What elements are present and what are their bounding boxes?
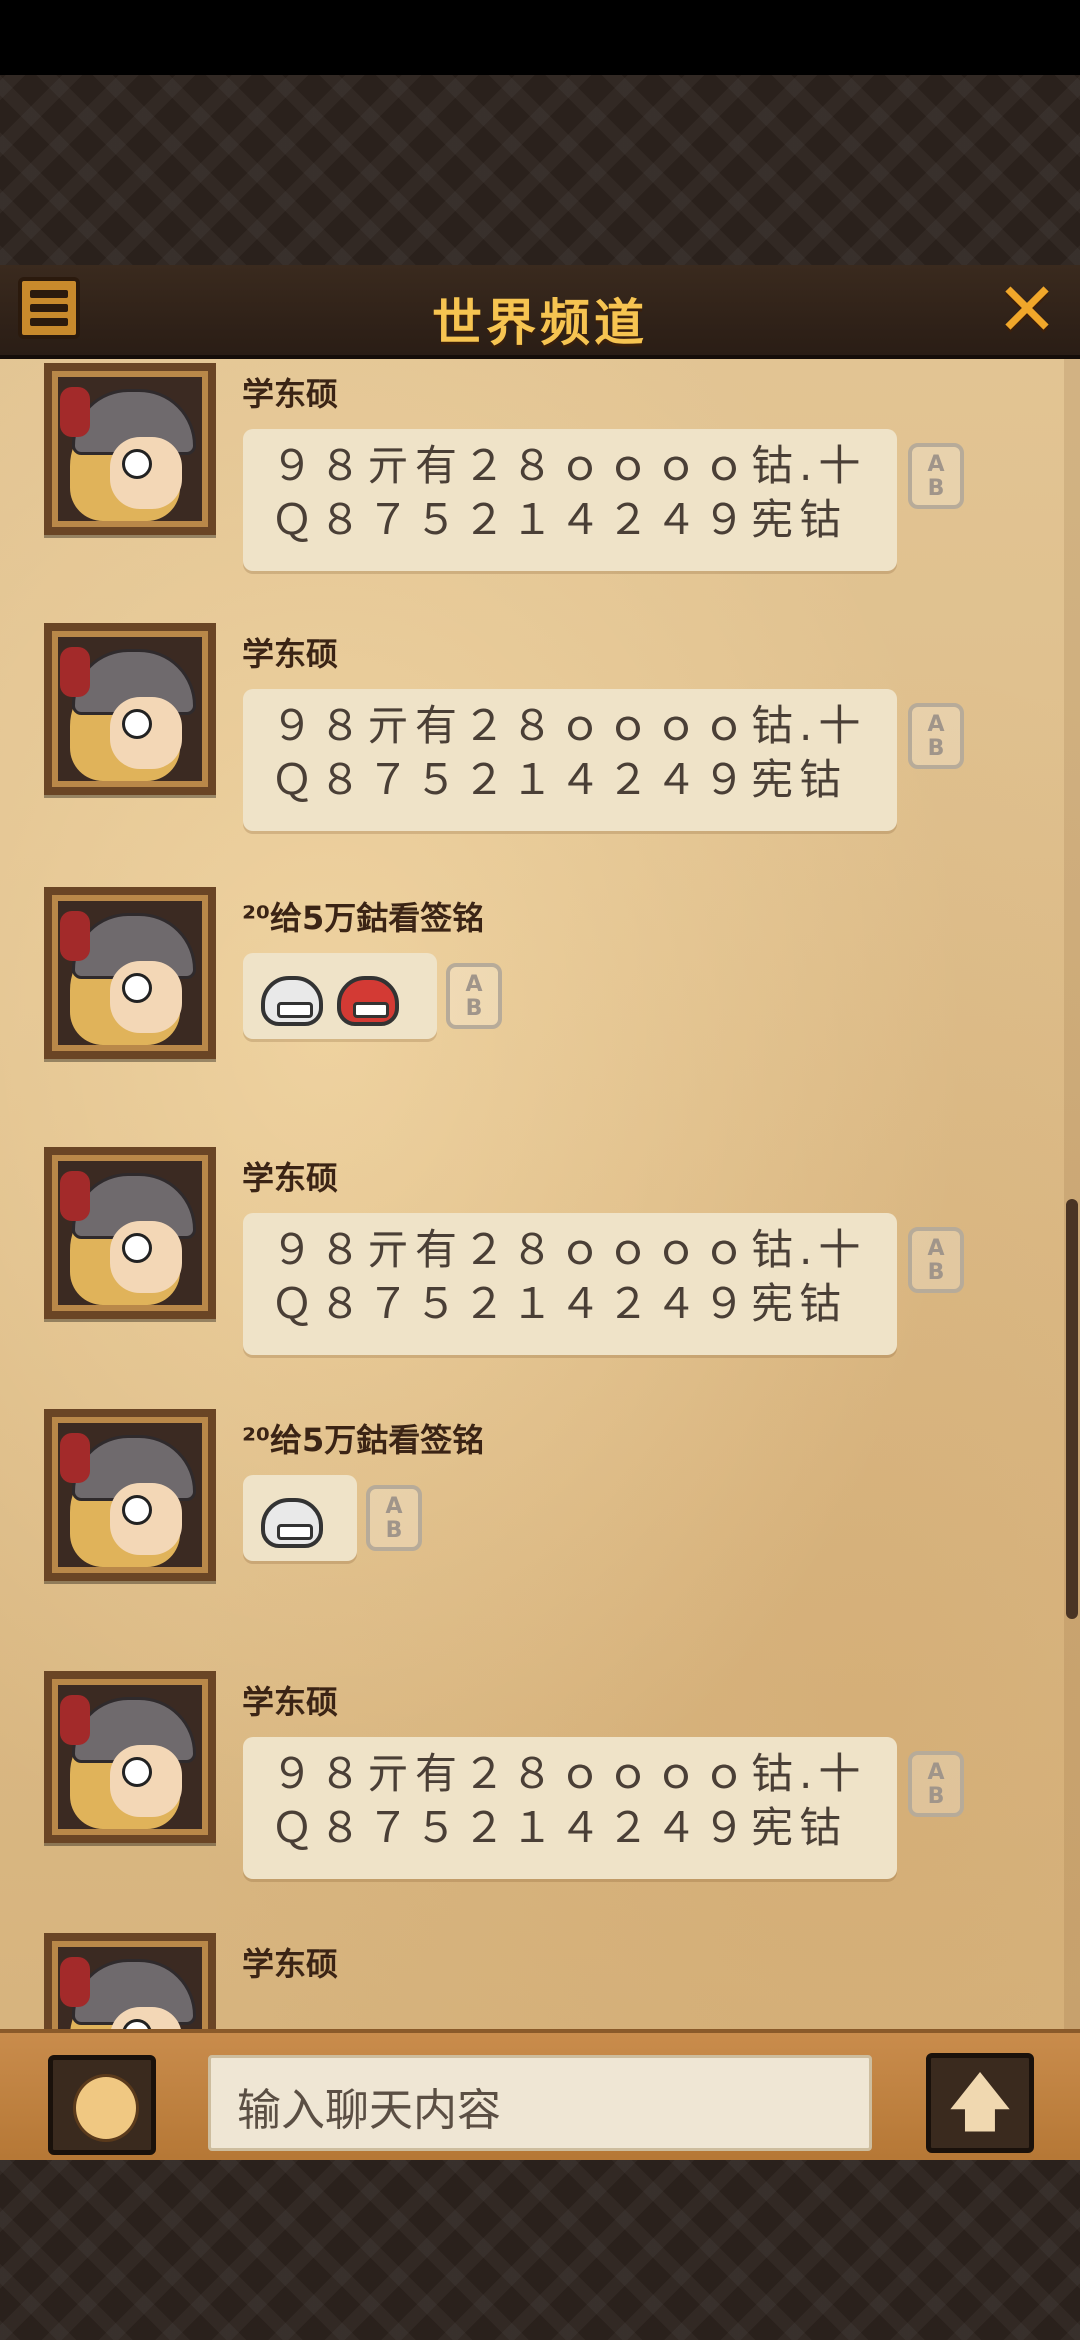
send-button[interactable]: 🡅 [926, 2053, 1034, 2153]
top-decoration [0, 75, 1080, 265]
bottom-decoration [0, 2160, 1080, 2340]
sender-name[interactable]: ²⁰给5万鈷看签铭 [242, 1415, 484, 1461]
avatar[interactable] [44, 363, 216, 535]
avatar[interactable] [44, 1147, 216, 1319]
grin-face-emoji [261, 975, 323, 1026]
sender-name[interactable]: 学东硕 [242, 629, 338, 675]
translate-icon[interactable]: AB [908, 703, 964, 769]
close-icon[interactable]: ✕ [992, 273, 1062, 347]
sender-name[interactable]: 学东硕 [242, 369, 338, 415]
avatar[interactable] [44, 1409, 216, 1581]
translate-icon[interactable]: AB [908, 1751, 964, 1817]
avatar[interactable] [44, 623, 216, 795]
message-bubble [243, 953, 437, 1039]
translate-icon[interactable]: AB [446, 963, 502, 1029]
sender-name[interactable]: 学东硕 [242, 1153, 338, 1199]
sender-name[interactable]: 学东硕 [242, 1939, 338, 1985]
message-bubble: ９８亓有２８ｏｏｏｏ钴.十Ｑ８７５２１４２４９宪钴 [243, 689, 897, 831]
sender-name[interactable]: 学东硕 [242, 1677, 338, 1723]
chat-message-list[interactable]: 学东硕 ９８亓有２８ｏｏｏｏ钴.十Ｑ８７５２１４２４９宪钴 AB 学东硕 ９８亓… [0, 359, 1080, 2029]
translate-icon[interactable]: AB [908, 1227, 964, 1293]
grin-face-emoji [261, 1497, 323, 1548]
avatar[interactable] [44, 1933, 216, 2029]
translate-icon[interactable]: AB [366, 1485, 422, 1551]
angry-face-emoji [337, 975, 399, 1026]
avatar[interactable] [44, 1671, 216, 1843]
avatar[interactable] [44, 887, 216, 1059]
chat-input[interactable]: 输入聊天内容 [208, 2055, 872, 2151]
message-bubble: ９８亓有２８ｏｏｏｏ钴.十Ｑ８７５２１４２４９宪钴 [243, 1737, 897, 1879]
message-bubble [243, 1475, 357, 1561]
sender-name[interactable]: ²⁰给5万鈷看签铭 [242, 893, 484, 939]
smiley-face-icon[interactable] [48, 2055, 156, 2155]
translate-icon[interactable]: AB [908, 443, 964, 509]
scroll-thumb[interactable] [1066, 1199, 1078, 1619]
message-bubble: ９８亓有２８ｏｏｏｏ钴.十Ｑ８７５２１４２４９宪钴 [243, 1213, 897, 1355]
page-title: 世界频道 [432, 294, 648, 352]
status-bar [0, 0, 1080, 75]
scrollbar[interactable] [1064, 359, 1080, 2029]
chat-input-bar: 输入聊天内容 🡅 [0, 2029, 1080, 2164]
message-bubble: ９８亓有２８ｏｏｏｏ钴.十Ｑ８７５２１４２４９宪钴 [243, 429, 897, 571]
chat-header: 世界频道 ✕ [0, 265, 1080, 359]
